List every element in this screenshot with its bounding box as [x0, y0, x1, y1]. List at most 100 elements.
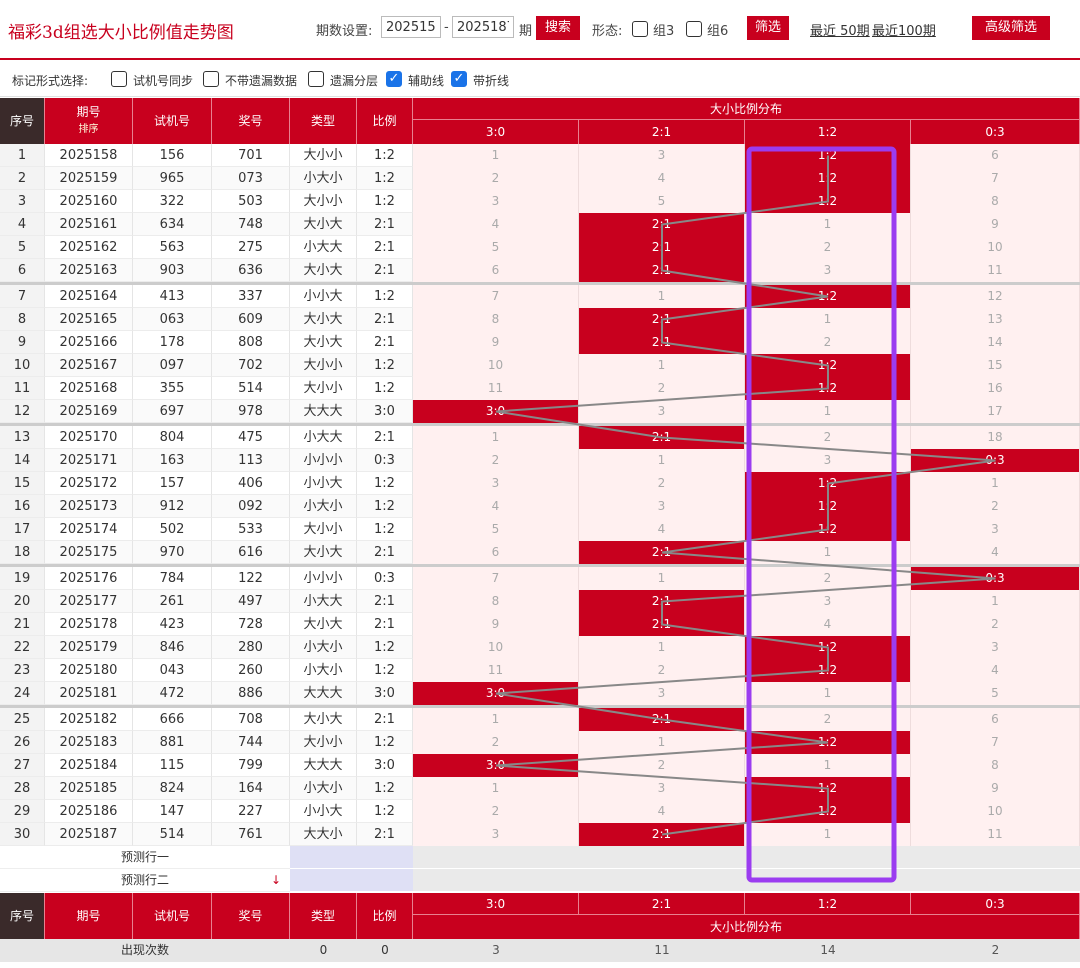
option-checkbox-polyline[interactable]: ✓ — [451, 71, 467, 87]
row-seq: 9 — [0, 331, 45, 354]
search-button[interactable]: 搜索 — [536, 16, 580, 40]
period-from-input[interactable] — [381, 16, 441, 38]
row-ratio: 1:2 — [357, 285, 413, 308]
predict-input-cell[interactable] — [290, 846, 413, 869]
row-issue: 2025175 — [45, 541, 133, 564]
group3-checkbox[interactable] — [632, 21, 648, 37]
period-to-input[interactable] — [452, 16, 514, 38]
row-issue: 2025169 — [45, 400, 133, 423]
header-seq: 序号 — [0, 98, 45, 144]
footer-header-trial: 试机号 — [133, 893, 212, 939]
row-trial: 163 — [133, 449, 212, 472]
row-seq: 14 — [0, 449, 45, 472]
dist-hit-cell: 1:2 — [745, 636, 911, 659]
row-award: 260 — [212, 659, 290, 682]
row-ratio: 2:1 — [357, 331, 413, 354]
row-seq: 22 — [0, 636, 45, 659]
footer-header-ratio: 比例 — [357, 893, 413, 939]
row-type: 大小大 — [290, 308, 357, 331]
dist-omit-cell: 12 — [911, 285, 1080, 308]
row-type: 小小大 — [290, 472, 357, 495]
row-award: 728 — [212, 613, 290, 636]
dist-hit-cell: 3:0 — [413, 754, 579, 777]
dist-hit-cell: 1:2 — [745, 377, 911, 400]
row-type: 小大大 — [290, 236, 357, 259]
option-checkbox-no-omit[interactable] — [203, 71, 219, 87]
dist-omit-cell: 3 — [579, 777, 745, 800]
row-trial: 157 — [133, 472, 212, 495]
row-issue: 2025180 — [45, 659, 133, 682]
row-type: 小大小 — [290, 636, 357, 659]
dist-omit-cell: 1 — [911, 590, 1080, 613]
option-checkbox-trial-sync[interactable] — [111, 71, 127, 87]
option-label-trial-sync: 试机号同步 — [133, 74, 194, 88]
recent-100-link[interactable]: 最近100期 — [872, 20, 936, 39]
advanced-filter-button[interactable]: 高级筛选 — [972, 16, 1050, 40]
row-trial: 115 — [133, 754, 212, 777]
row-type: 小大小 — [290, 659, 357, 682]
row-issue: 2025162 — [45, 236, 133, 259]
row-type: 小大小 — [290, 777, 357, 800]
dist-hit-cell: 2:1 — [579, 590, 745, 613]
row-award: 708 — [212, 708, 290, 731]
dist-omit-cell: 4 — [579, 518, 745, 541]
row-ratio: 2:1 — [357, 213, 413, 236]
option-checkbox-aux-line[interactable]: ✓ — [386, 71, 402, 87]
row-award: 702 — [212, 354, 290, 377]
dist-omit-cell: 3 — [413, 823, 579, 846]
header-dist-col-2: 1:2 — [745, 120, 911, 144]
dist-hit-cell: 2:1 — [579, 708, 745, 731]
dist-omit-cell: 10 — [911, 236, 1080, 259]
dist-omit-cell: 2 — [413, 800, 579, 823]
predict-dist-cell[interactable] — [413, 869, 1080, 892]
option-checkbox-omit-layer[interactable] — [308, 71, 324, 87]
row-seq: 3 — [0, 190, 45, 213]
row-type: 大小大 — [290, 541, 357, 564]
dist-omit-cell: 2 — [579, 754, 745, 777]
dist-hit-cell: 1:2 — [745, 777, 911, 800]
row-type: 大大大 — [290, 754, 357, 777]
header-dist-col-1: 2:1 — [579, 120, 745, 144]
dist-hit-cell: 1:2 — [745, 800, 911, 823]
dist-omit-cell: 2 — [745, 426, 911, 449]
row-seq: 29 — [0, 800, 45, 823]
row-trial: 824 — [133, 777, 212, 800]
dist-omit-cell: 2 — [911, 495, 1080, 518]
dist-hit-cell: 1:2 — [745, 167, 911, 190]
dist-omit-cell: 3 — [579, 400, 745, 423]
filter-button[interactable]: 筛选 — [747, 16, 789, 40]
row-seq: 11 — [0, 377, 45, 400]
row-ratio: 1:2 — [357, 731, 413, 754]
dist-omit-cell: 1 — [745, 754, 911, 777]
row-trial: 697 — [133, 400, 212, 423]
row-award: 073 — [212, 167, 290, 190]
dist-omit-cell: 16 — [911, 377, 1080, 400]
header-distribution-group: 大小比例分布 — [413, 98, 1080, 120]
dist-omit-cell: 10 — [413, 636, 579, 659]
group6-checkbox[interactable] — [686, 21, 702, 37]
row-type: 大小小 — [290, 190, 357, 213]
row-type: 大小大 — [290, 331, 357, 354]
dist-omit-cell: 8 — [911, 754, 1080, 777]
row-issue: 2025164 — [45, 285, 133, 308]
dist-omit-cell: 10 — [911, 800, 1080, 823]
row-award: 616 — [212, 541, 290, 564]
row-type: 大小小 — [290, 354, 357, 377]
dist-omit-cell: 2 — [745, 567, 911, 590]
dist-omit-cell: 1 — [745, 308, 911, 331]
footer-distribution-group: 大小比例分布 — [413, 915, 1080, 939]
predict-dist-cell[interactable] — [413, 846, 1080, 869]
predict-row-label: 预测行二 — [0, 869, 290, 892]
dist-omit-cell: 1 — [745, 682, 911, 705]
row-award: 808 — [212, 331, 290, 354]
row-seq: 25 — [0, 708, 45, 731]
row-ratio: 1:2 — [357, 636, 413, 659]
row-seq: 20 — [0, 590, 45, 613]
sort-button[interactable]: 排序 — [45, 121, 132, 139]
row-trial: 063 — [133, 308, 212, 331]
row-issue: 2025167 — [45, 354, 133, 377]
recent-50-link[interactable]: 最近 50期 — [810, 20, 870, 39]
row-ratio: 2:1 — [357, 236, 413, 259]
row-type: 小大大 — [290, 426, 357, 449]
predict-input-cell[interactable] — [290, 869, 413, 892]
